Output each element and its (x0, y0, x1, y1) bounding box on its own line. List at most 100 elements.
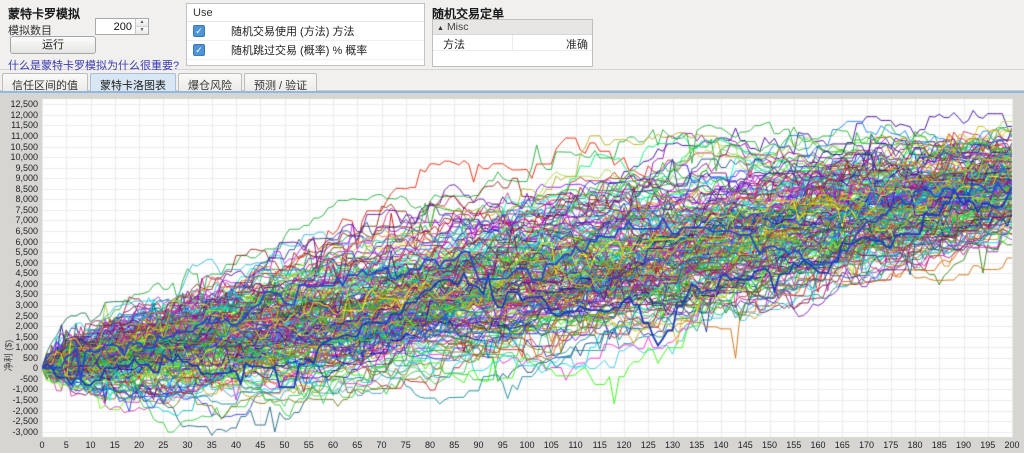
property-name-cell: 方法 (433, 35, 513, 51)
checkbox-random-trades-method[interactable]: ✓ (193, 25, 205, 37)
x-tick-label: 80 (424, 440, 435, 450)
x-tick-label: 100 (519, 440, 535, 450)
x-tick-label: 75 (400, 440, 411, 450)
random-orders-grid: ▲ Misc 方法 准确 (432, 19, 593, 67)
y-tick-label: 5,000 (15, 257, 38, 268)
x-tick-label: 190 (955, 440, 972, 450)
y-tick-label: 11,500 (11, 120, 38, 131)
misc-group-row[interactable]: ▲ Misc (433, 20, 592, 35)
x-tick-label: 180 (907, 440, 923, 450)
y-tick-label: -1,000 (12, 384, 38, 395)
x-tick-label: 15 (109, 440, 120, 450)
x-tick-label: 105 (543, 440, 559, 450)
x-tick-label: 195 (980, 440, 996, 450)
x-tick-label: 175 (883, 440, 899, 450)
y-tick-label: 2,500 (15, 310, 38, 321)
y-tick-label: 9,500 (15, 162, 38, 173)
x-tick-label: 120 (616, 440, 632, 450)
x-tick-label: 30 (182, 440, 193, 450)
y-tick-label: -3,000 (12, 426, 38, 437)
y-tick-label: 11,000 (11, 130, 38, 141)
y-tick-label: 500 (22, 352, 38, 363)
collapse-triangle-icon: ▲ (437, 25, 444, 32)
x-tick-label: 50 (279, 440, 290, 450)
use-option-row: ✓ 随机跳过交易 (概率) % 概率 (187, 41, 424, 60)
use-option-label: 随机跳过交易 (概率) % 概率 (231, 45, 368, 57)
chart-top-accent (0, 91, 1024, 93)
use-option-label: 随机交易使用 (方法) 方法 (231, 26, 355, 38)
property-value-cell[interactable]: 准确 (513, 35, 593, 51)
x-tick-label: 45 (255, 440, 266, 450)
monte-carlo-chart: 净利 ($) 0 5 10 15 20 25 30 35 40 45 50 55 60 65 70 75 80 8… (0, 91, 1024, 453)
y-tick-label: 12,500 (10, 99, 38, 110)
y-tick-label: 1,500 (15, 331, 38, 342)
y-tick-label: 7,000 (15, 215, 38, 226)
y-tick-label: 9,000 (15, 173, 38, 184)
y-tick-label: -500 (19, 373, 38, 384)
x-tick-label: 145 (737, 440, 753, 450)
spinner-up-icon[interactable]: ▲ (136, 19, 148, 26)
use-option-row: ✓ 随机交易使用 (方法) 方法 (187, 22, 424, 41)
y-tick-label: -1,500 (12, 395, 38, 406)
y-tick-label: 6,000 (15, 236, 38, 247)
simulation-count-value[interactable]: 200 (96, 19, 135, 34)
header-panel: 蒙特卡罗模拟 模拟数目 200 ▲ ▼ 运行 什么是蒙特卡罗模拟为什么很重要? … (0, 0, 1024, 72)
orders-property-row[interactable]: 方法 准确 (433, 35, 592, 51)
simulation-count-spinner[interactable]: 200 ▲ ▼ (95, 18, 149, 35)
x-tick-label: 10 (85, 440, 96, 450)
x-tick-label: 95 (497, 440, 508, 450)
x-tick-label: 160 (810, 440, 826, 450)
x-tick-label: 140 (713, 440, 729, 450)
y-tick-label: 8,000 (15, 194, 38, 205)
misc-group-label: Misc (446, 21, 469, 33)
spinner-down-icon[interactable]: ▼ (136, 26, 148, 34)
monte-carlo-simulation-window: 蒙特卡罗模拟 模拟数目 200 ▲ ▼ 运行 什么是蒙特卡罗模拟为什么很重要? … (0, 0, 1024, 453)
y-tick-label: 7,500 (15, 204, 38, 215)
x-tick-label: 200 (1004, 440, 1020, 450)
tab-monte-carlo-chart[interactable]: 蒙特卡洛图表 (90, 73, 176, 92)
y-tick-label: 4,000 (15, 278, 38, 289)
orders-rows: 方法 准确 (433, 35, 592, 51)
y-tick-label: 3,000 (15, 299, 38, 310)
y-tick-label: 8,500 (15, 183, 38, 194)
spinner-buttons: ▲ ▼ (135, 19, 148, 34)
y-tick-label: 0 (32, 363, 38, 374)
x-tick-label: 150 (761, 440, 778, 450)
y-tick-label: 6,500 (15, 226, 38, 237)
y-tick-label: 5,500 (15, 247, 38, 258)
x-tick-label: 25 (158, 440, 169, 450)
x-tick-label: 155 (786, 440, 802, 450)
x-tick-label: 70 (376, 440, 387, 450)
y-tick-label: 4,500 (15, 268, 38, 279)
y-tick-label: 2,000 (15, 321, 38, 332)
y-tick-label: -2,500 (12, 416, 38, 427)
x-tick-label: 170 (858, 440, 875, 450)
x-tick-label: 90 (473, 440, 484, 450)
x-tick-label: 185 (931, 440, 947, 450)
tab-ruin-risk[interactable]: 爆仓风险 (178, 73, 242, 92)
page-title: 蒙特卡罗模拟 (8, 7, 81, 21)
y-tick-label: -2,000 (12, 405, 38, 416)
x-tick-label: 130 (664, 440, 681, 450)
x-tick-label: 60 (327, 440, 338, 450)
use-column-header: Use (187, 4, 424, 22)
x-tick-label: 85 (449, 440, 460, 450)
x-tick-label: 135 (689, 440, 705, 450)
use-options-panel: Use ✓ 随机交易使用 (方法) 方法 ✓ 随机跳过交易 (概率) % 概率 (186, 3, 425, 66)
x-tick-label: 35 (206, 440, 217, 450)
checkbox-random-skip-trades[interactable]: ✓ (193, 44, 205, 56)
y-tick-label: 10,000 (10, 152, 38, 163)
simulation-paths-canvas (0, 91, 1024, 453)
run-button[interactable]: 运行 (10, 36, 96, 54)
x-tick-label: 65 (352, 440, 363, 450)
y-tick-label: 10,500 (10, 141, 38, 152)
x-tick-label: 5 (63, 440, 69, 450)
tab-forecast-validation[interactable]: 预测 / 验证 (244, 73, 318, 92)
x-tick-label: 40 (230, 440, 241, 450)
x-tick-label: 55 (303, 440, 314, 450)
x-tick-label: 165 (834, 440, 850, 450)
y-tick-label: 12,000 (10, 109, 38, 120)
x-tick-label: 125 (640, 440, 656, 450)
y-tick-label: 1,000 (15, 342, 38, 353)
tab-confidence-interval-values[interactable]: 信任区间的值 (2, 73, 88, 92)
